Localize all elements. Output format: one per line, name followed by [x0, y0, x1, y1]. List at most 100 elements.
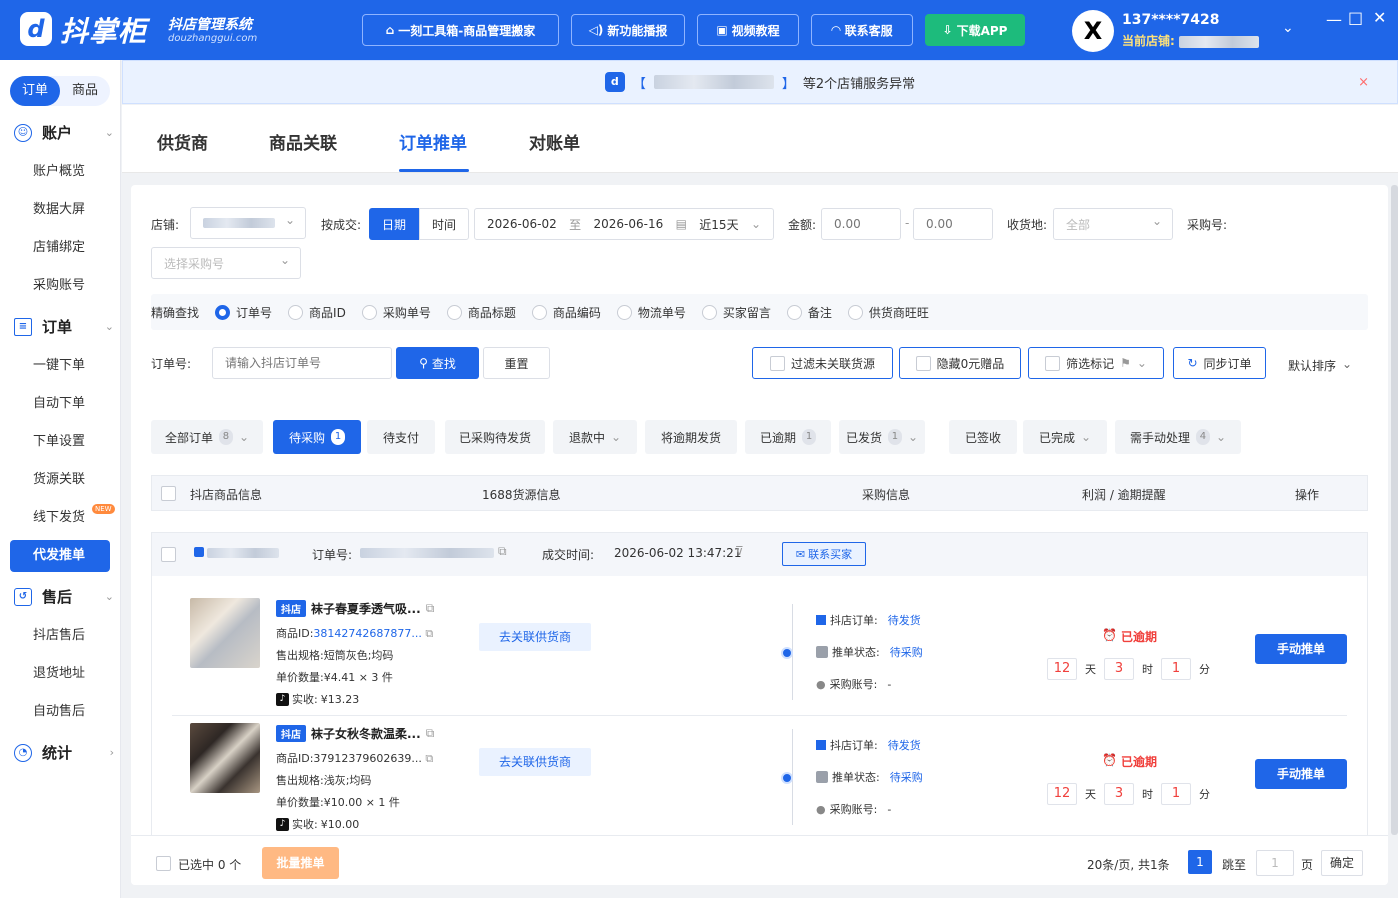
status-tab-about-overdue[interactable]: 将逾期发货 — [645, 420, 737, 454]
order-checkbox[interactable] — [161, 547, 176, 562]
sidebar-item-auto-order[interactable]: 自动下单 — [10, 388, 110, 420]
filter-mark-button[interactable]: 筛选标记 ⚑ ⌄ — [1028, 347, 1164, 379]
sidebar-item-offline-ship[interactable]: 线下发货 NEW — [10, 502, 115, 534]
copy-icon[interactable]: ⧉ — [425, 627, 433, 640]
sidebar-item-data-screen[interactable]: 数据大屏 — [10, 194, 110, 226]
amount-min-input[interactable] — [821, 208, 901, 240]
download-app-button[interactable]: ⇩ 下载APP — [925, 14, 1025, 46]
new-feature-button[interactable]: ◁) 新功能播报 — [571, 14, 685, 46]
select-all-checkbox[interactable] — [161, 486, 176, 501]
avatar[interactable]: X — [1072, 10, 1114, 52]
time-mode-button[interactable]: 时间 — [419, 208, 469, 240]
sidebar-item-source-link[interactable]: 货源关联 — [10, 464, 110, 496]
product-title[interactable]: 抖店 袜子女秋冬款温柔... ⧉ — [276, 725, 434, 742]
select-all-footer-checkbox[interactable] — [156, 856, 171, 871]
link-supplier-button[interactable]: 去关联供货商 — [479, 623, 591, 651]
store-select[interactable] — [190, 207, 306, 239]
close-window-icon[interactable]: ✕ — [1373, 8, 1386, 27]
status-tab-all[interactable]: 全部订单 8 ⌄ — [151, 420, 263, 454]
date-range-picker[interactable]: 2026-06-02 至 2026-06-16 ▤ 近15天 ⌄ — [474, 208, 774, 240]
close-icon[interactable]: × — [1358, 75, 1369, 90]
scrollbar[interactable] — [1391, 185, 1398, 835]
sidebar-item-return-address[interactable]: 退货地址 — [10, 658, 110, 690]
status-tab-pending-purchase[interactable]: 待采购 1 — [273, 420, 361, 454]
sidebar-item-dy-aftersale[interactable]: 抖店售后 — [10, 620, 110, 652]
batch-push-button[interactable]: 批量推单 — [262, 847, 339, 879]
minimize-icon[interactable]: — — [1326, 10, 1342, 29]
radio-product-code[interactable]: 商品编码 — [531, 304, 601, 321]
reset-button[interactable]: 重置 — [483, 347, 550, 379]
ship-region-select[interactable]: 全部 — [1053, 208, 1173, 240]
hide-gift-button[interactable]: 隐藏0元赠品 — [899, 347, 1021, 379]
footer-bar: 已选中 0 个 批量推单 20条/页, 共1条 1 跳至 1 页 确定 — [131, 835, 1388, 885]
user-phone: 137****7428 — [1122, 12, 1220, 28]
sidebar-group-aftersale[interactable]: ↺ 售后 ⌄ — [14, 586, 114, 607]
sidebar-item-order-settings[interactable]: 下单设置 — [10, 426, 110, 458]
sync-orders-button[interactable]: ↻ 同步订单 — [1173, 347, 1266, 379]
status-tab-signed[interactable]: 已签收 — [949, 420, 1017, 454]
tab-order-push[interactable]: 订单推单 — [399, 129, 467, 154]
status-tab-refunding[interactable]: 退款中 ⌄ — [553, 420, 637, 454]
radio-tracking-no[interactable]: 物流单号 — [616, 304, 686, 321]
product-image[interactable] — [190, 598, 260, 668]
logo-icon: d — [20, 12, 52, 46]
radio-product-title[interactable]: 商品标题 — [446, 304, 516, 321]
sidebar-item-one-click-order[interactable]: 一键下单 — [10, 350, 110, 382]
pie-chart-icon: ◔ — [14, 743, 32, 762]
user-menu-chevron-icon[interactable]: ⌄ — [1282, 20, 1294, 36]
status-tab-completed[interactable]: 已完成 ⌄ — [1023, 420, 1107, 454]
copy-icon[interactable]: ⧉ — [425, 752, 433, 765]
radio-order-no[interactable]: 订单号 — [215, 304, 272, 321]
sidebar-item-purchase-account[interactable]: 采购账号 — [10, 270, 110, 302]
tab-statement[interactable]: 对账单 — [529, 129, 580, 154]
segment-orders[interactable]: 订单 — [10, 76, 60, 106]
deal-time: 2026-06-02 13:47:21 — [614, 546, 742, 560]
sidebar-item-store-binding[interactable]: 店铺绑定 — [10, 232, 110, 264]
video-tutorial-button[interactable]: ▣ 视频教程 — [697, 14, 799, 46]
radio-purchase-no[interactable]: 采购单号 — [361, 304, 431, 321]
product-title[interactable]: 抖店 袜子春夏季透气吸... ⧉ — [276, 600, 434, 617]
page-jump-input[interactable]: 1 — [1256, 850, 1294, 876]
search-button[interactable]: ⚲ 查找 — [396, 347, 479, 379]
manual-push-button[interactable]: 手动推单 — [1255, 759, 1347, 789]
contact-support-button[interactable]: ◠ 联系客服 — [811, 14, 913, 46]
sidebar-item-auto-aftersale[interactable]: 自动售后 — [10, 696, 110, 728]
app-header: d 抖掌柜 抖店管理系统 douzhanggui.com ⌂ 一刻工具箱-商品管理… — [0, 0, 1398, 60]
video-icon: ▣ — [716, 23, 728, 37]
copy-icon[interactable]: ⧉ — [498, 544, 507, 559]
sidebar-item-account-overview[interactable]: 账户概览 — [10, 156, 110, 188]
filter-unlinked-button[interactable]: 过滤未关联货源 — [752, 347, 893, 379]
link-supplier-button[interactable]: 去关联供货商 — [479, 748, 591, 776]
radio-remark[interactable]: 备注 — [786, 304, 832, 321]
manual-push-button[interactable]: 手动推单 — [1255, 634, 1347, 664]
radio-product-id[interactable]: 商品ID — [288, 304, 346, 321]
purchase-no-select[interactable]: 选择采购号 — [151, 247, 301, 279]
status-tab-pending-pay[interactable]: 待支付 — [367, 420, 435, 454]
sidebar-group-orders[interactable]: ≡ 订单 ⌄ — [14, 316, 114, 337]
status-tab-overdue[interactable]: 已逾期 1 — [745, 420, 831, 454]
maximize-icon[interactable]: □ — [1348, 8, 1363, 27]
amount-max-input[interactable] — [913, 208, 993, 240]
status-tab-manual[interactable]: 需手动处理 4 ⌄ — [1115, 420, 1241, 454]
active-tab-indicator — [399, 169, 469, 172]
status-tab-purchased-unshipped[interactable]: 已采购待发货 — [445, 420, 545, 454]
radio-buyer-note[interactable]: 买家留言 — [701, 304, 771, 321]
status-tab-shipped[interactable]: 已发货 1 ⌄ — [839, 420, 925, 454]
date-mode-button[interactable]: 日期 — [369, 208, 419, 240]
contact-buyer-button[interactable]: ✉ 联系买家 — [782, 542, 866, 566]
tab-suppliers[interactable]: 供货商 — [157, 129, 208, 154]
toolbox-button[interactable]: ⌂ 一刻工具箱-商品管理搬家 — [362, 14, 559, 46]
sidebar-item-dropship-push[interactable]: 代发推单 — [10, 540, 110, 572]
sidebar-group-account[interactable]: ☺ 账户 ⌄ — [14, 122, 114, 143]
segment-products[interactable]: 商品 — [60, 76, 110, 106]
radio-supplier-ww[interactable]: 供货商旺旺 — [847, 304, 929, 321]
filter-icon[interactable]: ⊽ — [735, 544, 744, 558]
page-1-button[interactable]: 1 — [1188, 850, 1212, 874]
sidebar-group-stats[interactable]: ◔ 统计 › — [14, 742, 114, 763]
order-no-input[interactable] — [212, 347, 392, 379]
confirm-page-button[interactable]: 确定 — [1321, 850, 1363, 876]
list-icon: ≡ — [14, 317, 32, 336]
product-image[interactable] — [190, 723, 260, 793]
tab-product-link[interactable]: 商品关联 — [269, 129, 337, 154]
sort-select[interactable]: 默认排序 ⌄ — [1288, 357, 1352, 374]
